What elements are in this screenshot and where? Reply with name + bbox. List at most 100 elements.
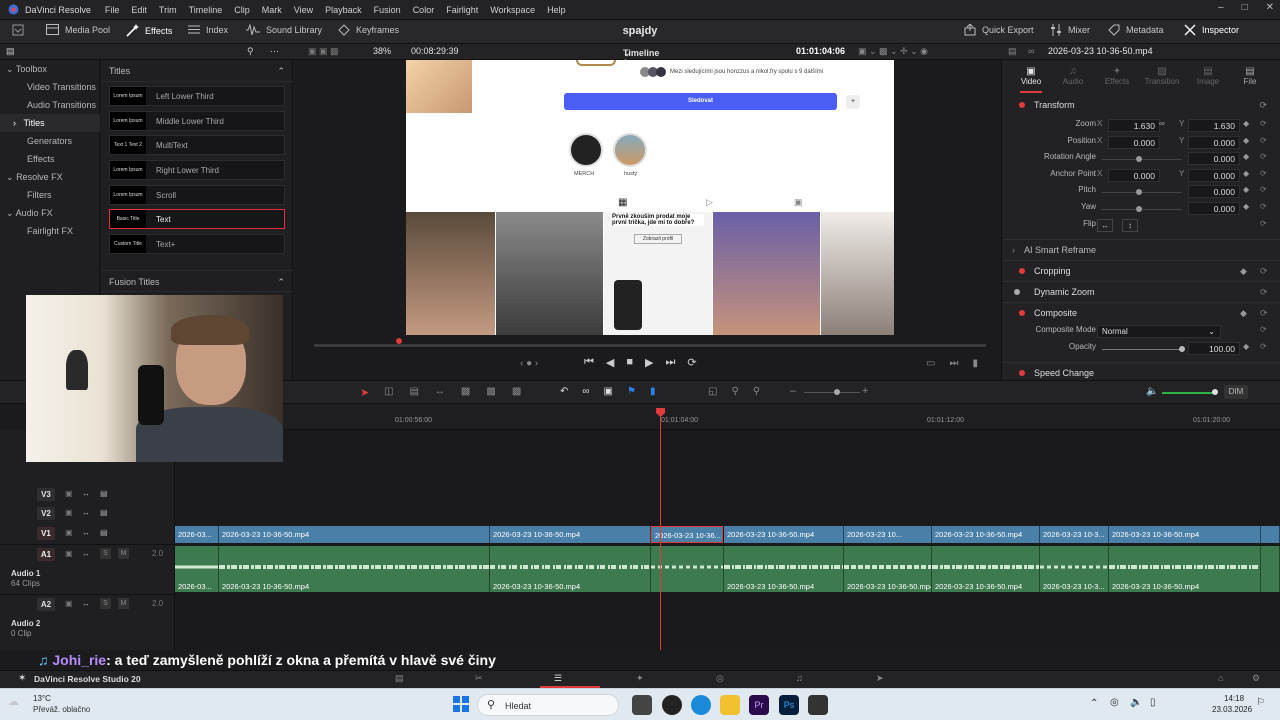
- page-media-icon[interactable]: ▤: [395, 673, 404, 684]
- auto-select-icon[interactable]: ↔: [82, 549, 90, 558]
- menu-file[interactable]: File: [99, 5, 126, 15]
- title-left-lower-third[interactable]: Lorem Ipsum Left Lower Third: [109, 86, 285, 106]
- slider-handle[interactable]: [1212, 389, 1218, 395]
- overwrite-clip-icon[interactable]: ▩: [486, 386, 495, 397]
- tree-audio-fx[interactable]: ⌄ Audio FX: [0, 204, 100, 222]
- link-icon[interactable]: ∞: [1028, 46, 1034, 56]
- slider-handle[interactable]: [1136, 156, 1142, 162]
- post-thumbnail[interactable]: [496, 212, 603, 335]
- snapping-icon[interactable]: ↶: [560, 386, 568, 397]
- app-photoshop-icon[interactable]: Ps: [779, 695, 799, 715]
- title-middle-lower-third[interactable]: Lorem Ipsum Middle Lower Third: [109, 111, 285, 131]
- page-fusion-icon[interactable]: ✦: [636, 673, 644, 684]
- menu-workspace[interactable]: Workspace: [484, 5, 541, 15]
- tab-effects[interactable]: ✦ Effects: [1094, 66, 1140, 86]
- tab-transition[interactable]: ▨ Transition: [1139, 66, 1185, 86]
- tray-chevron-icon[interactable]: ⌃: [1090, 698, 1098, 709]
- more-options-icon[interactable]: ⋯: [270, 46, 279, 57]
- highlight-merch[interactable]: [569, 133, 603, 167]
- fusion-titles-header[interactable]: Fusion Titles ⌃: [101, 270, 293, 292]
- app-obs-icon[interactable]: [662, 695, 682, 715]
- selection-tool-icon[interactable]: ➤: [360, 386, 369, 399]
- windows-start-icon[interactable]: [452, 695, 472, 715]
- tagged-icon[interactable]: ▣: [794, 197, 803, 208]
- app-edge-icon[interactable]: [691, 695, 711, 715]
- menu-timeline[interactable]: Timeline: [183, 5, 229, 15]
- app-premiere-icon[interactable]: Pr: [749, 695, 769, 715]
- audio-clip[interactable]: 2026-03-23 10-36-50.mp4: [490, 546, 651, 592]
- clock-date[interactable]: 23.03.2026: [1212, 705, 1252, 714]
- zoom-x-field[interactable]: 1.630: [1108, 119, 1160, 132]
- solo-button[interactable]: S: [100, 598, 111, 609]
- tab-video[interactable]: ▣ Video: [1008, 66, 1054, 86]
- menu-edit[interactable]: Edit: [125, 5, 153, 15]
- transform-section[interactable]: Transform ⟳: [1002, 95, 1280, 115]
- audio-clip[interactable]: 2026-03-23 10-36-50.mp4: [844, 546, 932, 592]
- reels-icon[interactable]: ▷: [706, 197, 713, 208]
- yaw-slider[interactable]: [1102, 209, 1182, 210]
- video-clip[interactable]: 2026-03-23 10-36-50.mp4: [219, 526, 490, 543]
- flag-icon[interactable]: ⚑: [627, 386, 636, 397]
- rotation-slider[interactable]: [1102, 159, 1182, 160]
- lock-icon[interactable]: ▣: [65, 528, 73, 537]
- dynamic-trim-icon[interactable]: ▤: [409, 386, 418, 397]
- lock-icon[interactable]: ▣: [65, 599, 73, 608]
- composite-section[interactable]: Composite ◆ ⟳: [1002, 302, 1280, 322]
- app-explorer-icon[interactable]: [720, 695, 740, 715]
- menu-help[interactable]: Help: [541, 5, 572, 15]
- reset-icon[interactable]: ⟳: [1260, 152, 1267, 161]
- tray-battery-icon[interactable]: ▯: [1150, 697, 1156, 708]
- reset-icon[interactable]: ⟳: [1260, 342, 1267, 351]
- keyframe-diamond-icon[interactable]: ◆: [1243, 136, 1249, 145]
- dim-button[interactable]: DIM: [1224, 385, 1248, 399]
- keyframe-diamond-icon[interactable]: ◆: [1243, 169, 1249, 178]
- volume-slider[interactable]: [1162, 392, 1214, 394]
- clock-time[interactable]: 14:18: [1224, 694, 1244, 703]
- section-enable-dot[interactable]: [1019, 268, 1025, 274]
- menu-fusion[interactable]: Fusion: [368, 5, 407, 15]
- tab-audio[interactable]: ♫ Audio: [1050, 66, 1096, 86]
- trim-tool-icon[interactable]: ◫: [384, 386, 393, 397]
- menu-clip[interactable]: Clip: [228, 5, 256, 15]
- lock-icon[interactable]: ▣: [65, 508, 73, 517]
- audio-clip[interactable]: [1261, 546, 1280, 592]
- composite-mode-select[interactable]: Normal ⌄: [1097, 325, 1221, 338]
- opacity-field[interactable]: 100.00: [1188, 342, 1240, 355]
- skip-end-icon[interactable]: ⏭: [666, 356, 676, 369]
- keyframe-diamond-icon[interactable]: ◆: [1243, 152, 1249, 161]
- reset-icon[interactable]: ⟳: [1260, 261, 1268, 281]
- zoom-out-icon[interactable]: –: [790, 385, 796, 397]
- zoom-level[interactable]: 38%: [373, 46, 391, 56]
- taskbar-search[interactable]: ⚲ Hledat: [477, 694, 619, 716]
- pitch-field[interactable]: 0.000: [1188, 185, 1240, 198]
- titles-header[interactable]: Titles ⌃: [101, 60, 293, 82]
- zoom-in-icon[interactable]: +: [862, 385, 868, 397]
- video-frame[interactable]: Mezi sledujícími jsou honzzus a nikol.fr…: [406, 60, 894, 335]
- blade-tool-icon[interactable]: ↔: [435, 386, 445, 397]
- reset-icon[interactable]: ⟳: [1260, 119, 1267, 128]
- cropping-section[interactable]: Cropping ◆ ⟳: [1002, 260, 1280, 280]
- inspector-panel-icon[interactable]: ▤: [1008, 46, 1017, 57]
- position-x-field[interactable]: 0.000: [1108, 136, 1160, 149]
- audio-clip[interactable]: 2026-03-23 10-36-50.mp4: [219, 546, 490, 592]
- zoom-fit-icon[interactable]: ◱: [708, 386, 717, 397]
- tree-effects[interactable]: Effects: [0, 150, 100, 168]
- keyframe-diamond-icon[interactable]: ◆: [1240, 303, 1247, 323]
- viewer-mode-icon[interactable]: ▣ ▣ ▩: [308, 46, 339, 57]
- video-clip[interactable]: 2026-03-23 10-36-50.mp4: [1109, 526, 1261, 543]
- reset-icon[interactable]: ⟳: [1260, 185, 1267, 194]
- title-multitext[interactable]: Text 1 Text 2 MultiText: [109, 135, 285, 155]
- section-enable-dot[interactable]: [1019, 370, 1025, 376]
- video-clip[interactable]: 2026-03...: [175, 526, 219, 543]
- close-icon[interactable]: ✕: [1266, 2, 1274, 13]
- page-deliver-icon[interactable]: ➤: [876, 673, 884, 684]
- slider-handle[interactable]: [834, 389, 840, 395]
- flip-vertical-icon[interactable]: ↕: [1122, 219, 1138, 232]
- add-user-icon[interactable]: +: [846, 95, 860, 109]
- metadata-button[interactable]: Metadata: [1108, 24, 1164, 36]
- slider-handle[interactable]: [1136, 206, 1142, 212]
- audio-clip[interactable]: [651, 546, 724, 592]
- post-thumbnail[interactable]: [821, 212, 894, 335]
- insert-clip-icon[interactable]: ▩: [461, 386, 470, 397]
- lock-icon[interactable]: ▣: [65, 549, 73, 558]
